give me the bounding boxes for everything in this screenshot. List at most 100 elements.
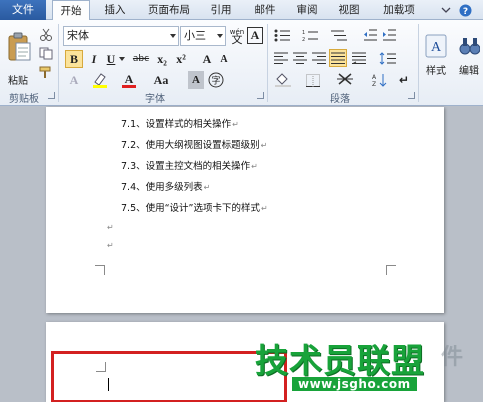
justify-icon (331, 52, 345, 64)
line-spacing-button[interactable] (378, 50, 398, 66)
format-painter-icon[interactable] (38, 65, 54, 79)
superscript-button[interactable]: x² (173, 50, 189, 68)
document-page[interactable]: 7.1、设置样式的相关操作↵ 7.2、使用大纲视图设置标题级别↵ 7.3、设置主… (46, 107, 444, 313)
sort-button[interactable]: AZ (370, 71, 388, 88)
change-case-button[interactable]: Aa (150, 71, 172, 89)
font-color-letter: A (124, 71, 134, 86)
editing-label: 编辑 (459, 65, 479, 77)
svg-text:Z: Z (372, 81, 376, 87)
italic-button[interactable]: I (86, 50, 102, 68)
tab-mailings[interactable]: 邮件 (250, 0, 280, 20)
underline-dropdown-icon[interactable] (119, 57, 125, 63)
distributed-icon (351, 52, 366, 64)
tab-home[interactable]: 开始 (52, 0, 90, 21)
paste-label[interactable]: 粘贴 (8, 72, 28, 87)
character-border-button[interactable]: A (247, 27, 263, 44)
decrease-indent-button[interactable] (362, 27, 378, 43)
toc-line[interactable]: 7.3、设置主控文档的相关操作↵ (121, 158, 258, 172)
align-left-button[interactable] (272, 50, 289, 66)
help-icon[interactable]: ? (458, 3, 472, 17)
toc-line-text: 7.4、使用多级列表 (121, 182, 203, 193)
tab-references[interactable]: 引用 (205, 0, 237, 20)
svg-text:字: 字 (211, 75, 220, 87)
svg-text:2: 2 (302, 37, 305, 42)
toc-line[interactable]: 7.4、使用多级列表↵ (121, 179, 210, 193)
group-separator (267, 24, 268, 102)
copy-icon[interactable] (38, 46, 54, 60)
styles-button[interactable]: A 样式 (422, 26, 450, 84)
bullets-icon (274, 29, 290, 41)
paragraph-mark: ↵ (232, 120, 239, 129)
font-size-select[interactable]: 小三 (180, 26, 226, 46)
strikethrough-button[interactable]: abc (131, 50, 151, 68)
tab-file[interactable]: 文件 (0, 0, 46, 20)
tab-addins[interactable]: 加载项 (375, 0, 423, 20)
editing-button[interactable]: 编辑 (455, 26, 483, 84)
font-dialog-launcher[interactable] (257, 92, 264, 99)
chevron-down-icon (217, 34, 223, 38)
bold-button[interactable]: B (65, 50, 83, 68)
paragraph-mark: ↵ (260, 204, 268, 213)
font-color-bar (122, 84, 136, 88)
font-name-select[interactable]: 宋体 (63, 26, 179, 46)
group-separator (58, 24, 59, 102)
svg-text:A: A (431, 40, 442, 55)
multilevel-list-icon (331, 30, 347, 40)
character-shading-button[interactable]: A (188, 71, 204, 89)
align-center-icon (292, 52, 307, 64)
phonetic-guide-button[interactable]: wén 文 (229, 26, 245, 46)
increase-indent-button[interactable] (381, 27, 397, 43)
minimize-ribbon-icon[interactable] (440, 4, 452, 16)
shading-button[interactable] (272, 72, 294, 88)
toc-line[interactable]: 7.1、设置样式的相关操作↵ (121, 116, 239, 130)
binoculars-icon (459, 37, 480, 54)
shrink-font-button[interactable]: A (217, 51, 231, 67)
font-group-label: 字体 (145, 94, 165, 105)
line-spacing-icon (379, 51, 396, 65)
subscript-button[interactable]: x₂ (154, 50, 170, 68)
show-marks-button[interactable]: ↵ (396, 71, 412, 88)
toc-line-text: 7.3、设置主控文档的相关操作 (121, 161, 251, 172)
grow-font-button[interactable]: A (199, 50, 215, 68)
align-left-icon (273, 52, 288, 64)
align-right-button[interactable] (310, 50, 327, 66)
highlighter-button[interactable] (90, 71, 110, 89)
paragraph-mark: ↵ (203, 183, 211, 192)
styles-icon: A (425, 34, 447, 57)
borders-icon (306, 73, 320, 87)
crop-mark (95, 265, 105, 275)
increase-indent-icon (382, 29, 396, 40)
distributed-button[interactable] (350, 50, 367, 66)
cut-icon[interactable] (38, 27, 54, 41)
numbering-button[interactable]: 12 (300, 27, 322, 43)
watermark-ghost-text: 件 (441, 345, 464, 370)
tab-insert[interactable]: 插入 (98, 0, 132, 20)
paragraph-dialog-launcher[interactable] (408, 92, 415, 99)
text-effects-button[interactable]: A (65, 72, 83, 88)
justify-button[interactable] (329, 49, 347, 67)
bullets-button[interactable] (272, 27, 294, 43)
ribbon-home: 粘贴 剪贴板 宋体 小三 wén 文 A B I U abc x₂ x² A A … (0, 20, 483, 106)
paste-button[interactable] (4, 24, 34, 70)
underline-button[interactable]: U (104, 50, 118, 68)
chinese-layout-button[interactable] (335, 70, 355, 88)
paragraph-mark: ↵ (260, 141, 268, 150)
highlight-box (51, 351, 287, 402)
tab-review[interactable]: 审阅 (292, 0, 322, 20)
font-color-button[interactable]: A (120, 71, 138, 89)
ribbon-tab-bar: 文件 开始 插入 页面布局 引用 邮件 审阅 视图 加载项 ? (0, 0, 483, 21)
toc-line-text: 7.5、使用“设计”选项卡下的样式 (121, 203, 260, 214)
tab-page-layout[interactable]: 页面布局 (142, 0, 196, 20)
watermark-url: www.jsgho.com (292, 377, 417, 391)
multilevel-list-button[interactable] (328, 27, 350, 43)
enclose-characters-button[interactable]: 字 (207, 71, 225, 89)
toc-line[interactable]: 7.5、使用“设计”选项卡下的样式↵ (121, 200, 268, 214)
svg-text:A: A (372, 74, 377, 81)
toc-line[interactable]: 7.2、使用大纲视图设置标题级别↵ (121, 137, 267, 151)
clipboard-dialog-launcher[interactable] (48, 92, 55, 99)
borders-button[interactable] (302, 72, 324, 88)
tab-view[interactable]: 视图 (334, 0, 364, 20)
align-center-button[interactable] (291, 50, 308, 66)
clipboard-icon (8, 32, 31, 61)
clipboard-group-label: 剪贴板 (9, 94, 39, 105)
